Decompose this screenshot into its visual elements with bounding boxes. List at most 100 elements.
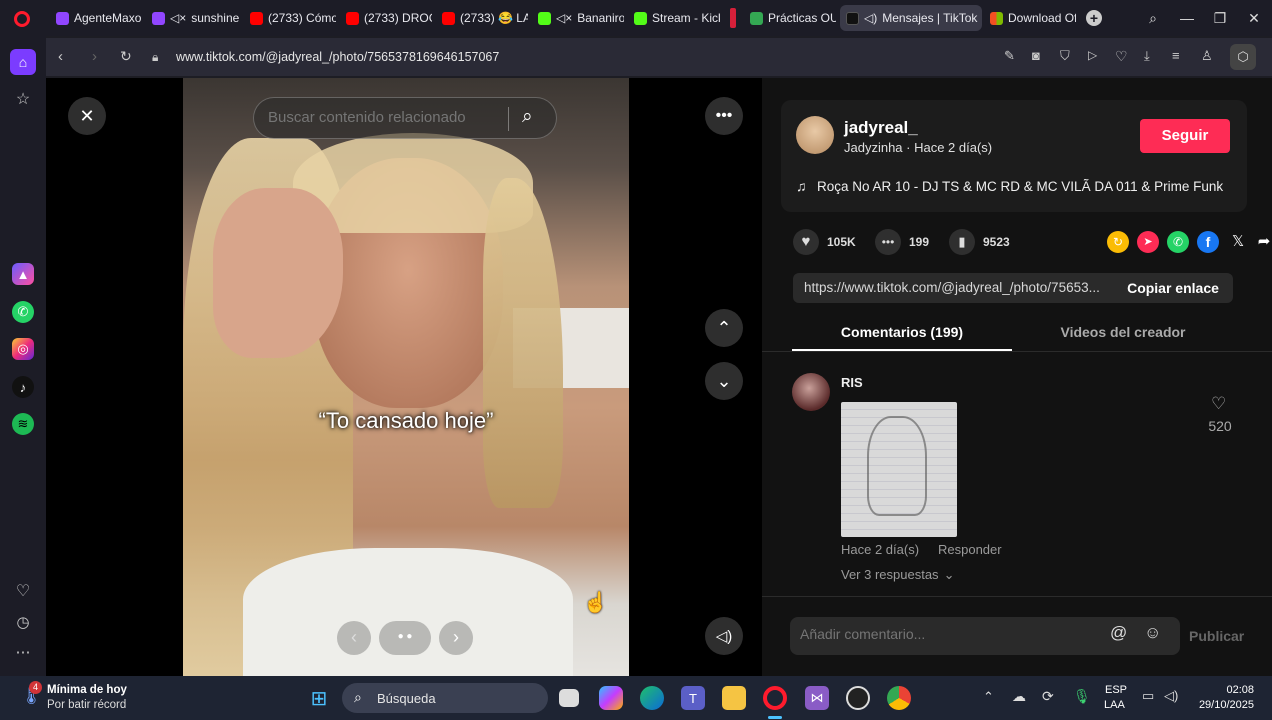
copy-link-button[interactable]: Copiar enlace xyxy=(1114,273,1232,303)
chrome-icon[interactable] xyxy=(887,686,911,710)
comment-button[interactable]: ••• xyxy=(875,229,901,255)
emoji-icon[interactable]: ☺ xyxy=(1144,623,1161,643)
tab-9[interactable]: Download Off xyxy=(984,5,1076,31)
maximize-button[interactable]: ❐ xyxy=(1210,8,1230,28)
onedrive-icon[interactable]: ☁ xyxy=(1012,688,1026,705)
profile-icon[interactable]: ♙ xyxy=(1201,48,1213,64)
heart-icon[interactable]: ♡ xyxy=(12,580,34,602)
shield-icon[interactable]: ⛉ xyxy=(1060,48,1070,64)
view-replies-button[interactable]: Ver 3 respuestas ⌄ xyxy=(841,567,954,583)
reload-icon[interactable]: ↻ xyxy=(120,48,132,65)
reply-button[interactable]: Responder xyxy=(938,542,1002,557)
mention-icon[interactable]: @ xyxy=(1110,623,1127,643)
edge-icon[interactable] xyxy=(640,686,664,710)
tab-label: (2733) DROG xyxy=(364,11,432,25)
extension-cube-icon[interactable]: ⬡ xyxy=(1230,44,1256,70)
clock-date[interactable]: 29/10/2025 xyxy=(1190,699,1254,711)
comment-image[interactable] xyxy=(841,402,957,537)
edit-icon[interactable]: ✎ xyxy=(1004,48,1015,64)
tab-8[interactable]: ◁) Mensajes | TikTok xyxy=(840,5,982,31)
music-title[interactable]: Roça No AR 10 - DJ TS & MC RD & MC VILÃ … xyxy=(817,179,1223,194)
weather-title[interactable]: Mínima de hoy xyxy=(47,684,127,696)
avatar[interactable] xyxy=(796,116,834,154)
windows-start-icon[interactable]: ⊞ xyxy=(307,686,331,710)
post-photo[interactable]: ⌕ “To cansado hoje” ‹ ● ● › ☝ xyxy=(183,78,629,676)
next-post-button[interactable]: ⌄ xyxy=(705,362,743,400)
camera-icon[interactable]: ◙ xyxy=(1032,48,1040,63)
share-arrow-icon[interactable]: ➦ xyxy=(1255,231,1272,253)
microphone-icon[interactable]: 🎙︎ xyxy=(1073,688,1091,705)
send-icon[interactable]: ➤ xyxy=(1137,231,1159,253)
publish-button[interactable]: Publicar xyxy=(1189,628,1244,644)
search-icon[interactable]: ⌕ xyxy=(522,106,533,128)
file-explorer-icon[interactable] xyxy=(722,686,746,710)
tab-1[interactable]: ◁× sunshineb xyxy=(146,5,240,31)
comment-avatar[interactable] xyxy=(792,373,830,411)
language-code[interactable]: ESP xyxy=(1105,684,1127,696)
more-icon[interactable]: ⋯ xyxy=(12,641,34,663)
tab-3[interactable]: (2733) DROG xyxy=(340,5,432,31)
tab-search-icon[interactable]: ⌕ xyxy=(1143,8,1163,28)
history-icon[interactable]: ◷ xyxy=(12,611,34,633)
obs-icon[interactable] xyxy=(846,686,870,710)
close-viewer-button[interactable]: ✕ xyxy=(68,97,106,135)
previous-post-button[interactable]: ⌃ xyxy=(705,309,743,347)
tab-group-marker[interactable] xyxy=(730,8,736,28)
minimize-button[interactable]: — xyxy=(1177,8,1197,28)
sync-icon[interactable]: ⟳ xyxy=(1042,688,1054,705)
copilot-icon[interactable] xyxy=(599,686,623,710)
url-field[interactable]: www.tiktok.com/@jadyreal_/photo/75653781… xyxy=(176,50,499,64)
comment-like-icon[interactable]: ♡ xyxy=(1211,394,1226,414)
back-icon[interactable]: ‹ xyxy=(58,48,63,65)
star-icon[interactable]: ☆ xyxy=(12,88,34,110)
visual-studio-icon[interactable]: ⋈ xyxy=(805,686,829,710)
facebook-share-icon[interactable]: f xyxy=(1197,231,1219,253)
play-icon[interactable]: ▷ xyxy=(1088,48,1097,62)
network-icon[interactable]: ▭ xyxy=(1142,688,1154,704)
repost-icon[interactable]: ↻ xyxy=(1107,231,1129,253)
tab-comments[interactable]: Comentarios (199) xyxy=(792,324,1012,340)
tiktok-icon[interactable]: ♪ xyxy=(12,376,34,398)
menu-lines-icon[interactable]: ≡ xyxy=(1172,48,1180,63)
like-button[interactable]: ♥ xyxy=(793,229,819,255)
comment-input[interactable] xyxy=(800,626,1090,642)
opera-logo-icon[interactable] xyxy=(14,11,30,27)
follow-button[interactable]: Seguir xyxy=(1140,119,1230,153)
teams-icon[interactable]: T xyxy=(681,686,705,710)
volume-icon[interactable]: ◁) xyxy=(1164,688,1178,704)
opera-taskbar-icon[interactable] xyxy=(763,686,787,710)
prev-photo-button[interactable]: ‹ xyxy=(337,621,371,655)
volume-button[interactable]: ◁) xyxy=(705,617,743,655)
tab-creator-videos[interactable]: Videos del creador xyxy=(1013,324,1233,340)
language-region[interactable]: LAA xyxy=(1104,699,1125,711)
download-icon[interactable]: ⤓ xyxy=(1144,48,1150,64)
spotify-icon[interactable]: ≋ xyxy=(12,413,34,435)
new-tab-button[interactable]: + xyxy=(1086,10,1102,26)
tab-5[interactable]: ◁× Bananirou xyxy=(532,5,624,31)
taskbar-search[interactable]: ⌕ Búsqueda xyxy=(342,683,548,713)
next-photo-button[interactable]: › xyxy=(439,621,473,655)
search-bar[interactable]: ⌕ xyxy=(253,97,557,139)
tab-2[interactable]: (2733) Cómo xyxy=(244,5,336,31)
clock-time[interactable]: 02:08 xyxy=(1220,684,1254,696)
tab-6[interactable]: Stream - Kick xyxy=(628,5,720,31)
tab-7[interactable]: Prácticas OUT xyxy=(744,5,836,31)
whatsapp-share-icon[interactable]: ✆ xyxy=(1167,231,1189,253)
forward-icon[interactable]: › xyxy=(92,48,97,65)
author-username[interactable]: jadyreal_ xyxy=(844,118,918,138)
whatsapp-icon[interactable]: ✆ xyxy=(12,301,34,323)
tab-0[interactable]: AgenteMaxo xyxy=(50,5,142,31)
save-button[interactable]: ▮ xyxy=(949,229,975,255)
x-share-icon[interactable]: 𝕏 xyxy=(1227,231,1249,253)
heart-outline-icon[interactable]: ♡ xyxy=(1115,48,1128,65)
more-options-button[interactable]: ••• xyxy=(705,97,743,135)
tray-chevron-icon[interactable]: ⌃ xyxy=(983,689,994,705)
aria-icon[interactable]: ▲ xyxy=(12,263,34,285)
close-window-button[interactable]: ✕ xyxy=(1244,8,1264,28)
comment-author[interactable]: RIS xyxy=(841,375,863,390)
task-view-icon[interactable] xyxy=(559,689,579,707)
instagram-icon[interactable]: ◎ xyxy=(12,338,34,360)
tab-4[interactable]: (2733) 😂 LA xyxy=(436,5,528,31)
search-input[interactable] xyxy=(268,109,498,126)
home-icon[interactable]: ⌂ xyxy=(10,49,36,75)
